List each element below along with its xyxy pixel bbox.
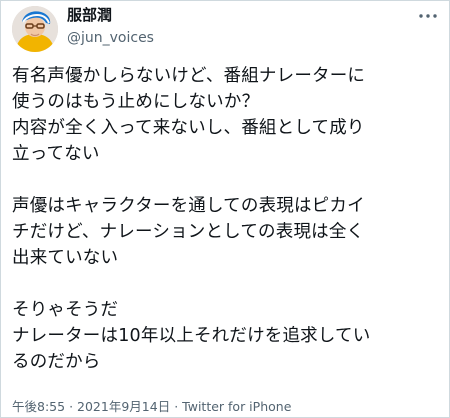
user-names: 服部潤 @jun_voices bbox=[67, 8, 154, 46]
tweet-header: 服部潤 @jun_voices bbox=[1, 1, 449, 63]
tweet-source[interactable]: Twitter for iPhone bbox=[182, 399, 291, 414]
tweet-card: 服部潤 @jun_voices 有名声優かしらないけど、番組ナレーターに 使うの… bbox=[0, 0, 450, 418]
tweet-time[interactable]: 午後8:55 bbox=[12, 399, 65, 414]
user-handle[interactable]: @jun_voices bbox=[67, 31, 154, 45]
display-name[interactable]: 服部潤 bbox=[67, 8, 154, 23]
more-dots bbox=[419, 14, 437, 18]
tweet-text: 有名声優かしらないけど、番組ナレーターに 使うのはもう止めにしないか？ 内容が全… bbox=[12, 66, 371, 372]
meta-separator: · bbox=[69, 399, 74, 414]
tweet-meta: 午後8:55 · 2021年9月14日 · Twitter for iPhone bbox=[12, 399, 291, 415]
tweet-date[interactable]: 2021年9月14日 bbox=[77, 399, 170, 414]
avatar-image bbox=[12, 6, 58, 52]
meta-separator: · bbox=[174, 399, 179, 414]
more-options-icon[interactable] bbox=[417, 8, 439, 24]
profile-photo-icon[interactable] bbox=[12, 6, 58, 52]
